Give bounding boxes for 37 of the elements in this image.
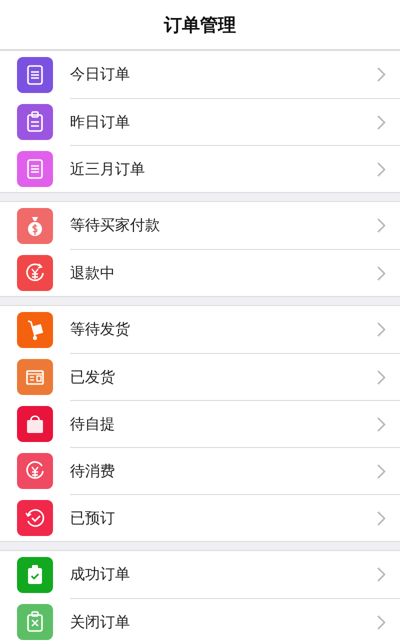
- chevron-right-icon: [377, 416, 386, 432]
- menu-row[interactable]: 已预订: [0, 494, 400, 541]
- chevron-right-icon: [377, 162, 386, 176]
- menu-label: 近三月订单: [70, 160, 146, 178]
- chevron-right-icon: [377, 567, 386, 582]
- menu-label: 待消费: [70, 462, 116, 480]
- menu-label: 已预订: [70, 508, 116, 528]
- chevron-right-icon: [377, 614, 386, 630]
- menu-row[interactable]: 等待买家付款: [0, 202, 400, 249]
- menu-row[interactable]: 昨日订单: [0, 98, 400, 145]
- menu-label: 退款中: [70, 264, 116, 282]
- menu-row[interactable]: 待消费: [0, 447, 400, 494]
- chevron-right-icon: [377, 114, 386, 130]
- chevron-right-icon: [377, 218, 386, 233]
- menu-row[interactable]: 等待发货: [0, 306, 400, 353]
- menu-label: 等待买家付款: [70, 216, 161, 235]
- menu-label: 今日订单: [70, 65, 131, 84]
- chevron-right-icon: [377, 464, 386, 478]
- chevron-right-icon: [377, 370, 386, 384]
- menu-row[interactable]: 待自提: [0, 400, 400, 447]
- menu-row[interactable]: 关闭订单: [0, 598, 400, 643]
- menu-row[interactable]: 退款中: [0, 249, 400, 296]
- menu-row[interactable]: 今日订单: [0, 51, 400, 98]
- menu-row[interactable]: 近三月订单: [0, 145, 400, 192]
- chevron-right-icon: [377, 266, 386, 280]
- menu-label: 已发货: [70, 368, 116, 386]
- chevron-right-icon: [377, 67, 386, 82]
- chevron-right-icon: [377, 510, 386, 526]
- menu-row[interactable]: 成功订单: [0, 551, 400, 598]
- menu-row[interactable]: 已发货: [0, 353, 400, 400]
- menu-label: 待自提: [70, 414, 116, 434]
- chevron-right-icon: [377, 322, 386, 337]
- menu-label: 关闭订单: [70, 612, 131, 632]
- menu-label: 等待发货: [70, 320, 131, 339]
- page-title: 订单管理: [164, 14, 236, 36]
- menu-label: 成功订单: [70, 565, 131, 584]
- menu-label: 昨日订单: [70, 112, 131, 132]
